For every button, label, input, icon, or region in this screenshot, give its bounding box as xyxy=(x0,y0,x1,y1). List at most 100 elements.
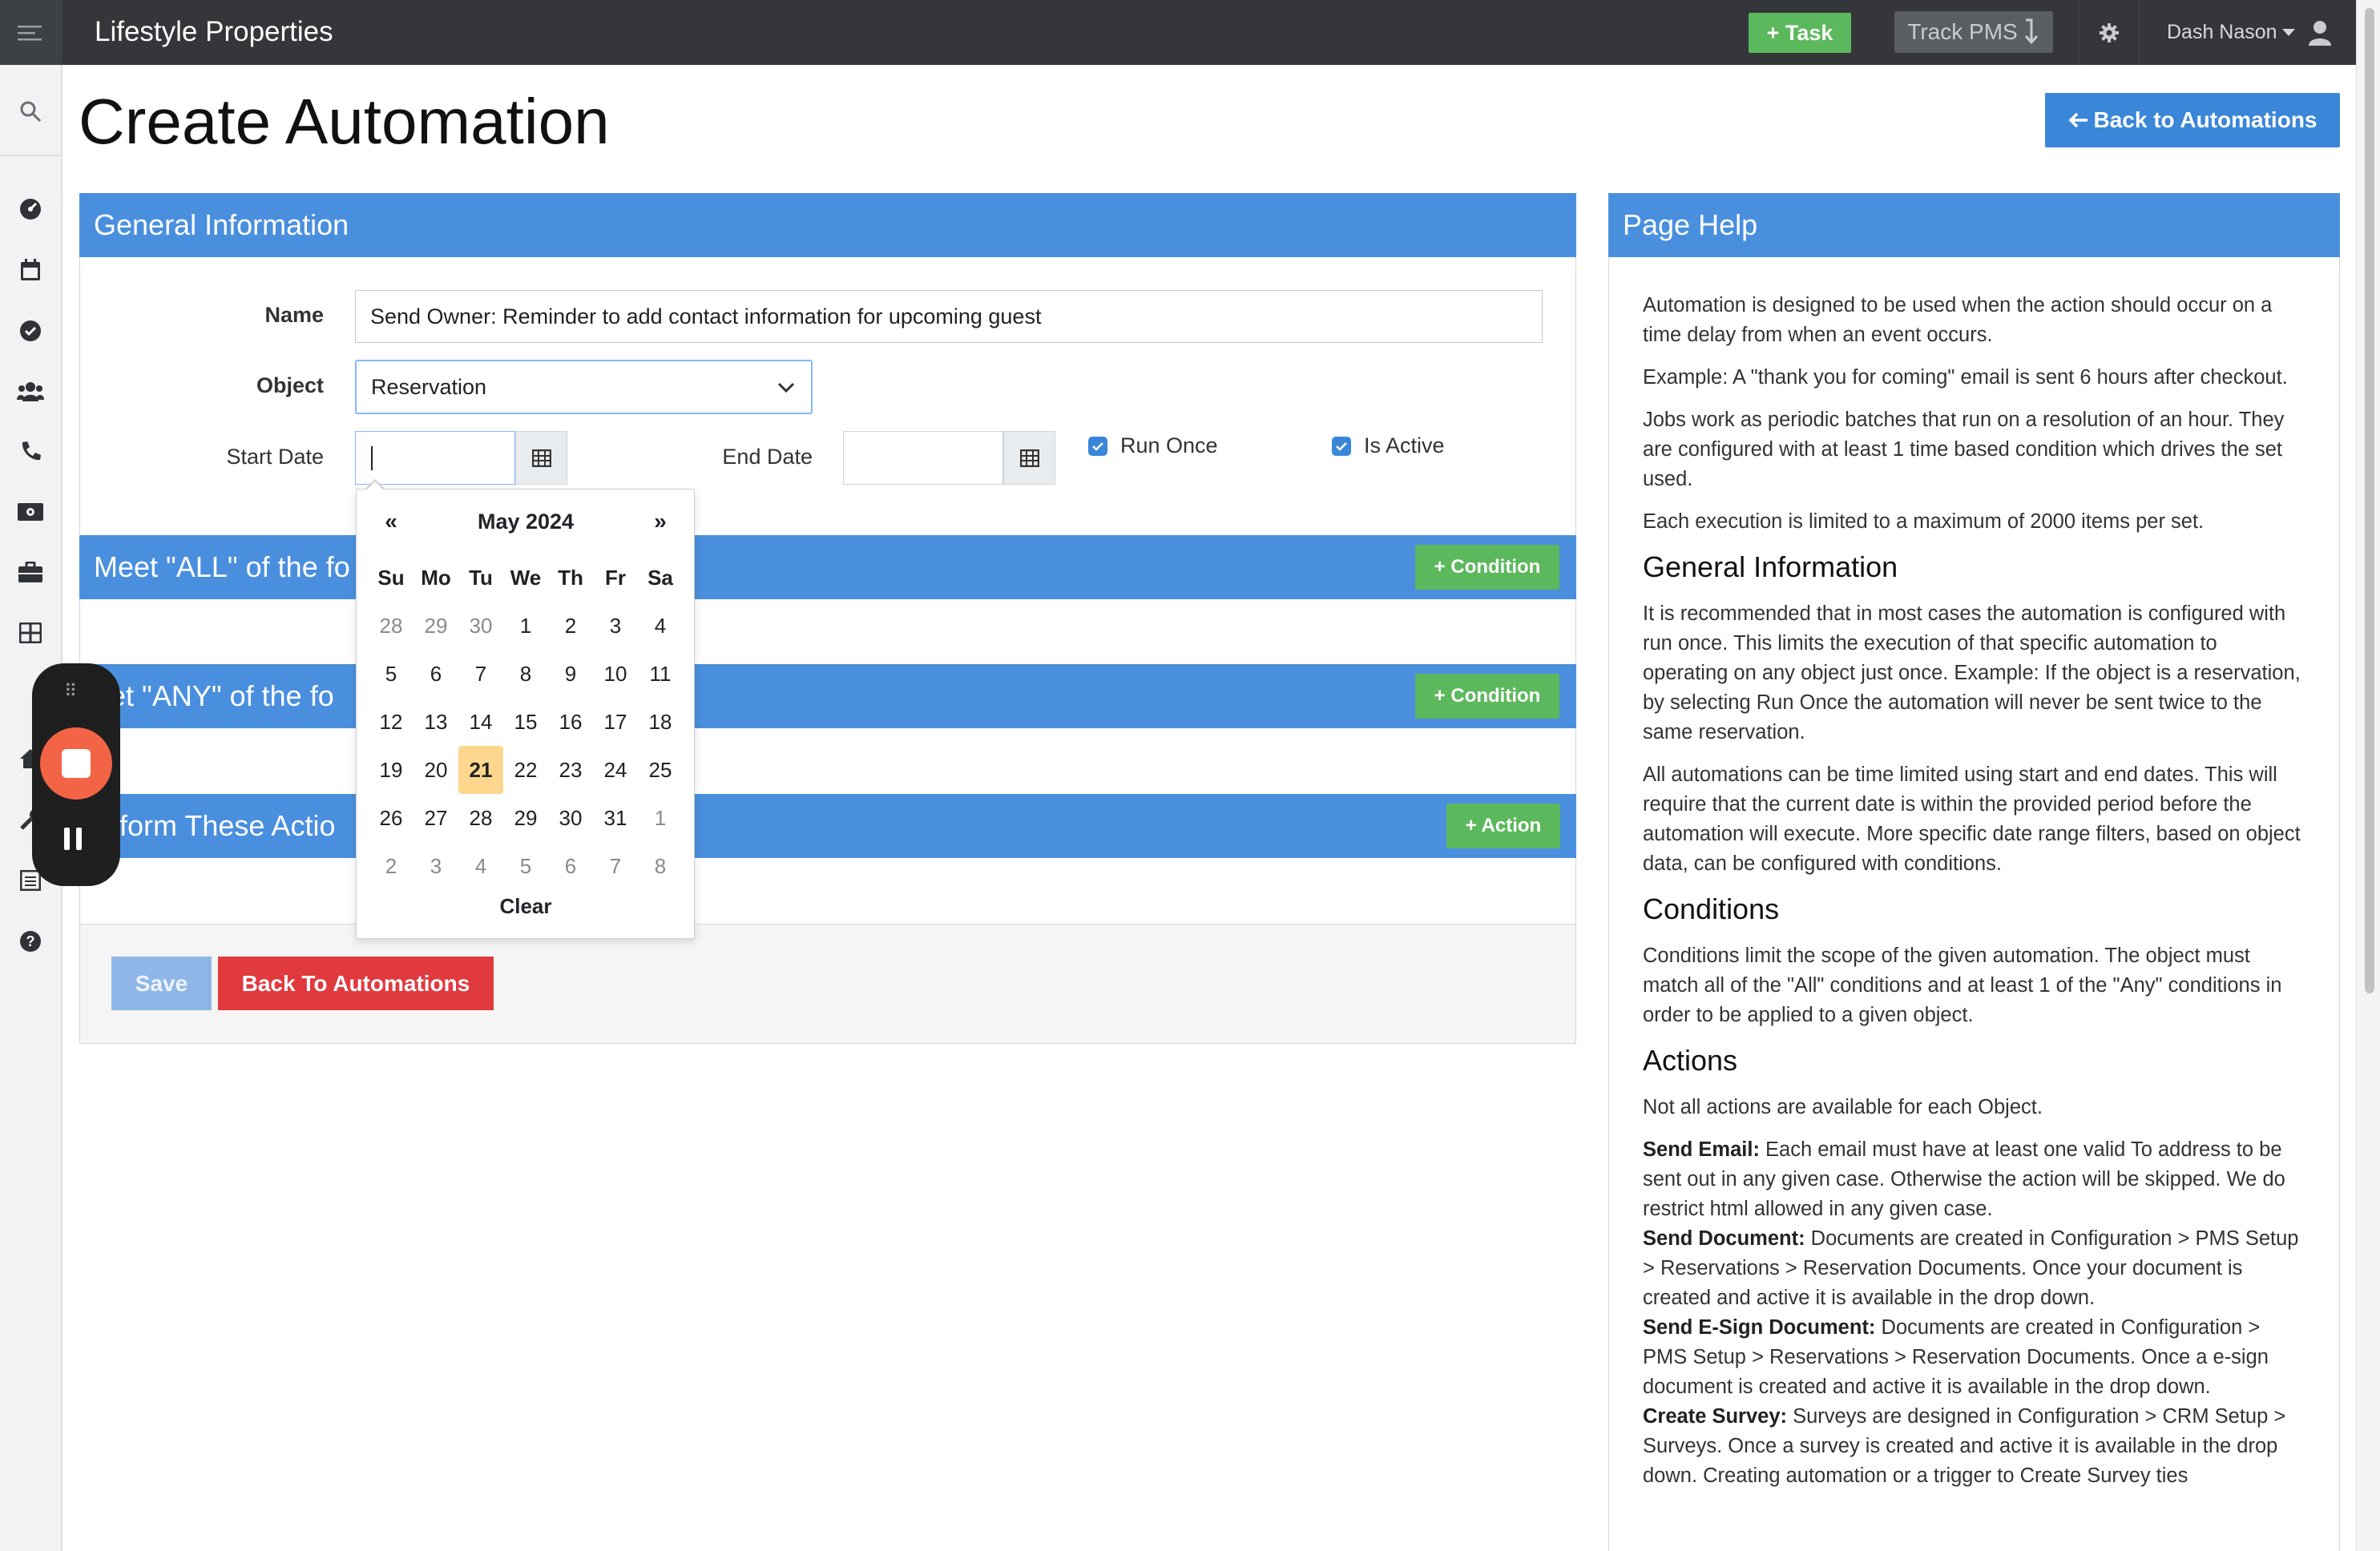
start-date-input[interactable] xyxy=(355,431,515,485)
is-active-checkbox[interactable]: Is Active xyxy=(1332,433,1445,458)
caret-down-icon xyxy=(2281,28,2295,36)
drag-handle-icon[interactable]: ⠿ xyxy=(64,681,79,702)
page-help-body: Automation is designed to be used when t… xyxy=(1608,257,2340,1551)
checkbox-checked-icon xyxy=(1088,436,1107,456)
datepicker-day[interactable]: 6 xyxy=(413,650,458,698)
datepicker-day[interactable]: 29 xyxy=(413,602,458,650)
add-all-condition-button[interactable]: + Condition xyxy=(1415,545,1559,590)
datepicker-day[interactable]: 1 xyxy=(503,602,548,650)
arrow-left-icon xyxy=(2068,112,2088,128)
sidebar-briefcase[interactable] xyxy=(0,548,61,596)
is-active-label: Is Active xyxy=(1364,433,1445,457)
add-action-button[interactable]: + Action xyxy=(1446,804,1560,848)
help-paragraph: Not all actions are available for each O… xyxy=(1643,1096,2043,1118)
datepicker-day[interactable]: 11 xyxy=(638,650,683,698)
sidebar-calendar[interactable] xyxy=(0,246,61,294)
datepicker-day[interactable]: 10 xyxy=(593,650,638,698)
add-task-button[interactable]: + Task xyxy=(1749,13,1851,53)
chevron-down-icon xyxy=(777,382,795,393)
end-date-picker-button[interactable] xyxy=(1003,431,1055,485)
datepicker-day[interactable]: 15 xyxy=(503,698,548,746)
help-action-item: Send Document: Documents are created in … xyxy=(1643,1224,2305,1313)
back-to-automations-footer-button[interactable]: Back To Automations xyxy=(218,957,494,1010)
datepicker-prev-button[interactable]: « xyxy=(369,489,413,554)
datepicker-week-row: 12 13 14 15 16 17 18 xyxy=(369,698,683,746)
datepicker-month-title[interactable]: May 2024 xyxy=(413,489,638,554)
datepicker-day[interactable]: 12 xyxy=(369,698,413,746)
datepicker-day[interactable]: 23 xyxy=(548,746,593,794)
weekday-label: Mo xyxy=(421,565,451,590)
help-action-item: Send Email: Each email must have at leas… xyxy=(1643,1135,2305,1224)
datepicker-day[interactable]: 29 xyxy=(503,794,548,842)
datepicker-day[interactable]: 24 xyxy=(593,746,638,794)
datepicker-day[interactable]: 20 xyxy=(413,746,458,794)
datepicker-arrow-inner xyxy=(367,481,383,489)
object-select[interactable]: Reservation xyxy=(355,360,813,414)
start-date-picker-button[interactable] xyxy=(515,431,567,485)
scrollbar-thumb[interactable] xyxy=(2365,8,2374,993)
sidebar-people[interactable] xyxy=(0,367,61,415)
stop-recording-button[interactable] xyxy=(40,727,112,800)
datepicker-day[interactable]: 22 xyxy=(503,746,548,794)
datepicker-day[interactable]: 26 xyxy=(369,794,413,842)
datepicker-day[interactable]: 25 xyxy=(638,746,683,794)
datepicker-day[interactable]: 7 xyxy=(458,650,503,698)
datepicker-day[interactable]: 14 xyxy=(458,698,503,746)
user-name: Dash Nason xyxy=(2167,21,2277,43)
datepicker-day-today[interactable]: 21 xyxy=(458,746,503,794)
datepicker-next-button[interactable]: » xyxy=(638,489,683,554)
datepicker-day[interactable]: 1 xyxy=(638,794,683,842)
datepicker-day[interactable]: 16 xyxy=(548,698,593,746)
datepicker-day[interactable]: 28 xyxy=(458,794,503,842)
sidebar-help[interactable]: ? xyxy=(0,917,61,965)
app-title[interactable]: Lifestyle Properties xyxy=(95,14,333,50)
weekday-label: Th xyxy=(558,565,583,590)
datepicker-day[interactable]: 19 xyxy=(369,746,413,794)
money-bill-icon xyxy=(18,503,43,521)
help-section-heading: General Information xyxy=(1643,550,1898,583)
datepicker-day[interactable]: 9 xyxy=(548,650,593,698)
datepicker-weekday-row: Su Mo Tu We Th Fr Sa xyxy=(369,554,683,602)
back-to-automations-button[interactable]: Back to Automations xyxy=(2045,93,2340,147)
sidebar-search[interactable] xyxy=(0,87,61,135)
add-any-condition-button[interactable]: + Condition xyxy=(1415,674,1559,719)
pause-recording-button[interactable] xyxy=(64,828,82,850)
help-action-term: Send Email: xyxy=(1643,1138,1760,1161)
datepicker-day[interactable]: 28 xyxy=(369,602,413,650)
sidebar-phone[interactable] xyxy=(0,427,61,475)
any-conditions-header: eet "ANY" of the fo xyxy=(79,664,1576,728)
datepicker-day[interactable]: 31 xyxy=(593,794,638,842)
track-pms-button[interactable]: Track PMS xyxy=(1894,11,2053,53)
help-action-item: Create Survey: Surveys are designed in C… xyxy=(1643,1402,2305,1491)
end-date-input[interactable] xyxy=(843,431,1003,485)
object-label: Object xyxy=(256,373,324,397)
datepicker-day[interactable]: 18 xyxy=(638,698,683,746)
sidebar-tasks[interactable] xyxy=(0,307,61,355)
datepicker-clear-button[interactable]: Clear xyxy=(369,882,683,930)
datepicker-day[interactable]: 30 xyxy=(548,794,593,842)
settings-button[interactable] xyxy=(2079,0,2140,65)
run-once-checkbox[interactable]: Run Once xyxy=(1088,433,1218,458)
sidebar-money[interactable] xyxy=(0,488,61,536)
datepicker-day[interactable]: 5 xyxy=(369,650,413,698)
stop-icon xyxy=(62,749,91,778)
sidebar-grid[interactable] xyxy=(0,609,61,657)
datepicker-day[interactable]: 2 xyxy=(548,602,593,650)
help-paragraph: Automation is designed to be used when t… xyxy=(1643,294,2273,346)
datepicker-day[interactable]: 13 xyxy=(413,698,458,746)
name-input[interactable]: Send Owner: Reminder to add contact info… xyxy=(355,290,1543,343)
datepicker-day[interactable]: 8 xyxy=(503,650,548,698)
user-menu[interactable]: Dash Nason xyxy=(2141,0,2356,65)
screen-recorder-widget: ⠿ xyxy=(32,663,120,886)
datepicker-day[interactable]: 4 xyxy=(638,602,683,650)
all-conditions-body xyxy=(79,599,1576,664)
hamburger-icon xyxy=(18,25,42,40)
datepicker-day[interactable]: 17 xyxy=(593,698,638,746)
datepicker-day[interactable]: 30 xyxy=(458,602,503,650)
datepicker-day[interactable]: 27 xyxy=(413,794,458,842)
menu-toggle-button[interactable] xyxy=(0,0,63,65)
datepicker-day[interactable]: 3 xyxy=(593,602,638,650)
sidebar-dashboard[interactable] xyxy=(0,185,61,233)
save-button[interactable]: Save xyxy=(111,957,212,1010)
datepicker-popup: « May 2024 » Su Mo Tu We Th Fr Sa 28 29 30… xyxy=(356,489,695,939)
